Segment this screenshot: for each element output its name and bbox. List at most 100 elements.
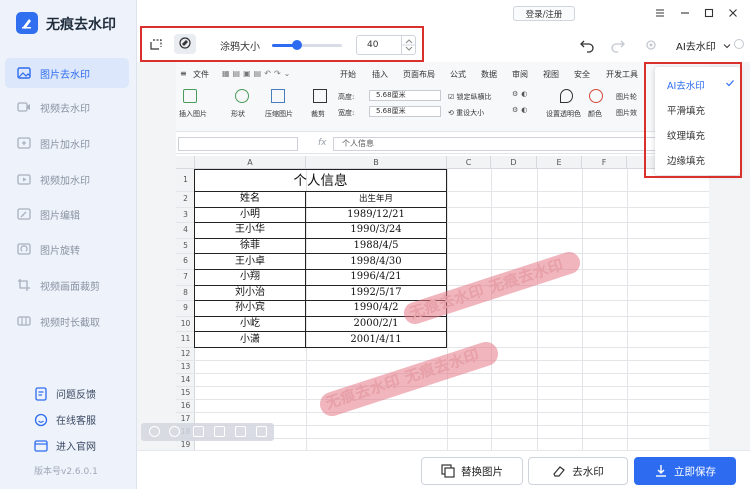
save-now-label: 立即保存 bbox=[674, 465, 716, 478]
sidebar-item-label: 图片编辑 bbox=[40, 210, 80, 222]
hand-icon[interactable] bbox=[235, 426, 246, 437]
grid-line bbox=[176, 412, 709, 413]
replace-image-label: 替换图片 bbox=[461, 465, 503, 478]
ribbon-tool-label: 图片轮 bbox=[616, 93, 637, 101]
table-row: 王小华 1990/3/24 bbox=[194, 222, 447, 239]
sidebar-item-image-rotate[interactable]: 图片旋转 bbox=[5, 234, 129, 264]
watermark-text: 无痕去水印 无痕去水印 bbox=[323, 345, 482, 413]
shape-icon bbox=[235, 89, 249, 103]
fit-icon[interactable] bbox=[193, 426, 204, 437]
ribbon-tab: 视图 bbox=[543, 70, 559, 79]
split-icon[interactable] bbox=[256, 426, 267, 437]
app-window: 无痕去水印 图片去水印 视频去水印 图片加水印 视频加水印 图片编辑 图片旋转 … bbox=[0, 0, 750, 489]
ribbon-tool-label: 设置透明色 bbox=[546, 110, 581, 118]
grid-line bbox=[582, 169, 583, 450]
sidebar-item-video-trim[interactable]: 视频时长截取 bbox=[5, 306, 129, 336]
spreadsheet-image: ≡ 文件 ▦▤▣▤↶↷⌄ 开始 插入 页面布局 公式 数据 审阅 视图 安全 开… bbox=[176, 62, 709, 450]
height-label: 高度: bbox=[338, 93, 355, 101]
image-icon bbox=[17, 66, 31, 80]
row-header: 12 bbox=[180, 349, 191, 358]
grid-line bbox=[176, 399, 709, 400]
corner-cell bbox=[176, 156, 195, 169]
compare-icon[interactable] bbox=[214, 426, 225, 437]
minimize-icon[interactable] bbox=[679, 7, 691, 19]
save-now-button[interactable]: 立即保存 bbox=[634, 457, 736, 485]
name-cell: 王小华 bbox=[194, 222, 306, 239]
grid-line bbox=[537, 169, 538, 450]
remove-watermark-button[interactable]: 去水印 bbox=[528, 457, 628, 485]
table-row: 小明 1989/12/21 bbox=[194, 206, 447, 224]
sidebar-item-video-watermark-add[interactable]: 视频加水印 bbox=[5, 164, 129, 194]
zoom-toolbar bbox=[141, 423, 274, 441]
reset-size-button: ⟲ 重设大小 bbox=[448, 109, 485, 117]
sidebar-item-label: 视频画面裁剪 bbox=[40, 281, 100, 293]
redo-icon[interactable] bbox=[610, 37, 626, 53]
zoom-in-icon[interactable] bbox=[169, 426, 180, 437]
ribbon-tab: 审阅 bbox=[512, 70, 528, 79]
name-cell: 小屹 bbox=[194, 315, 306, 333]
remove-watermark-label: 去水印 bbox=[572, 465, 604, 478]
header-cell: 姓名 bbox=[194, 191, 306, 208]
formula-bar: fx 个人信息 bbox=[176, 134, 709, 154]
settings-icon[interactable] bbox=[643, 37, 659, 53]
support-icon bbox=[34, 413, 48, 427]
width-value: 5.68厘米 bbox=[376, 107, 406, 115]
row-header: 9 bbox=[183, 303, 188, 313]
name-cell: 小明 bbox=[194, 206, 306, 224]
sidebar-item-video-crop[interactable]: 视频画面裁剪 bbox=[5, 270, 129, 300]
ribbon-menu-icon: ≡ bbox=[180, 69, 187, 78]
zoom-out-icon[interactable] bbox=[149, 426, 160, 437]
crop-tool-icon bbox=[313, 89, 327, 103]
sidebar: 无痕去水印 图片去水印 视频去水印 图片加水印 视频加水印 图片编辑 图片旋转 … bbox=[0, 0, 137, 489]
info-icon[interactable] bbox=[734, 39, 744, 49]
crop-icon bbox=[17, 278, 31, 292]
website-label: 进入官网 bbox=[56, 442, 96, 453]
undo-icon[interactable] bbox=[579, 37, 595, 53]
ai-mode-select[interactable]: AI去水印 bbox=[676, 38, 731, 53]
lock-ratio-checkbox: ☑ 锁定纵横比 bbox=[448, 93, 492, 101]
eraser-icon bbox=[552, 464, 566, 478]
menu-highlight-box bbox=[644, 62, 742, 178]
feedback-link[interactable]: 问题反馈 bbox=[34, 386, 96, 401]
lock-ratio-label: 锁定纵横比 bbox=[456, 93, 492, 101]
close-icon[interactable] bbox=[727, 7, 739, 19]
row-header: 5 bbox=[183, 240, 188, 250]
table-row: 徐菲 1988/4/5 bbox=[194, 237, 447, 255]
date-cell: 1998/4/30 bbox=[305, 253, 447, 270]
column-header: F bbox=[582, 156, 627, 169]
menu-icon[interactable] bbox=[654, 7, 666, 19]
sidebar-item-image-edit[interactable]: 图片编辑 bbox=[5, 199, 129, 229]
ribbon-tool-label: 插入图片 bbox=[179, 110, 207, 118]
sheet-ribbon: ≡ 文件 ▦▤▣▤↶↷⌄ 开始 插入 页面布局 公式 数据 审阅 视图 安全 开… bbox=[176, 62, 709, 132]
support-link[interactable]: 在线客服 bbox=[34, 412, 96, 427]
sidebar-item-label: 图片旋转 bbox=[40, 245, 80, 257]
login-button[interactable]: 登录/注册 bbox=[513, 6, 575, 21]
header-cell: 出生年月 bbox=[305, 191, 447, 208]
feedback-icon bbox=[34, 386, 48, 401]
website-link[interactable]: 进入官网 bbox=[34, 438, 96, 453]
date-cell: 1996/4/21 bbox=[305, 268, 447, 286]
column-headers: A B C D E F bbox=[176, 156, 709, 169]
maximize-icon[interactable] bbox=[703, 7, 715, 19]
sidebar-item-label: 视频去水印 bbox=[40, 103, 90, 115]
grid-line bbox=[491, 169, 492, 450]
replace-image-button[interactable]: 替换图片 bbox=[421, 457, 523, 485]
ribbon-tab: 公式 bbox=[450, 70, 466, 79]
width-label: 宽度: bbox=[338, 109, 355, 117]
column-header: E bbox=[537, 156, 582, 169]
row-header: 6 bbox=[183, 256, 188, 266]
sidebar-item-video-watermark-remove[interactable]: 视频去水印 bbox=[5, 92, 129, 122]
table-row: 刘小治 1992/5/17 bbox=[194, 284, 447, 302]
grid-line bbox=[176, 386, 709, 387]
row-header: 2 bbox=[183, 194, 188, 203]
ribbon-tab: 开发工具 bbox=[606, 70, 638, 79]
ribbon-tool-label: 颜色 bbox=[588, 110, 602, 118]
transparent-color-icon bbox=[560, 89, 573, 103]
sidebar-item-image-watermark-add[interactable]: 图片加水印 bbox=[5, 128, 129, 158]
height-value: 5.68厘米 bbox=[376, 91, 406, 99]
color-icon bbox=[589, 89, 603, 103]
ribbon-tool-label: 图片效 bbox=[616, 109, 637, 117]
column-header: C bbox=[447, 156, 491, 169]
ribbon-tool-label: 形状 bbox=[231, 110, 245, 118]
sidebar-item-image-watermark-remove[interactable]: 图片去水印 bbox=[5, 58, 129, 88]
